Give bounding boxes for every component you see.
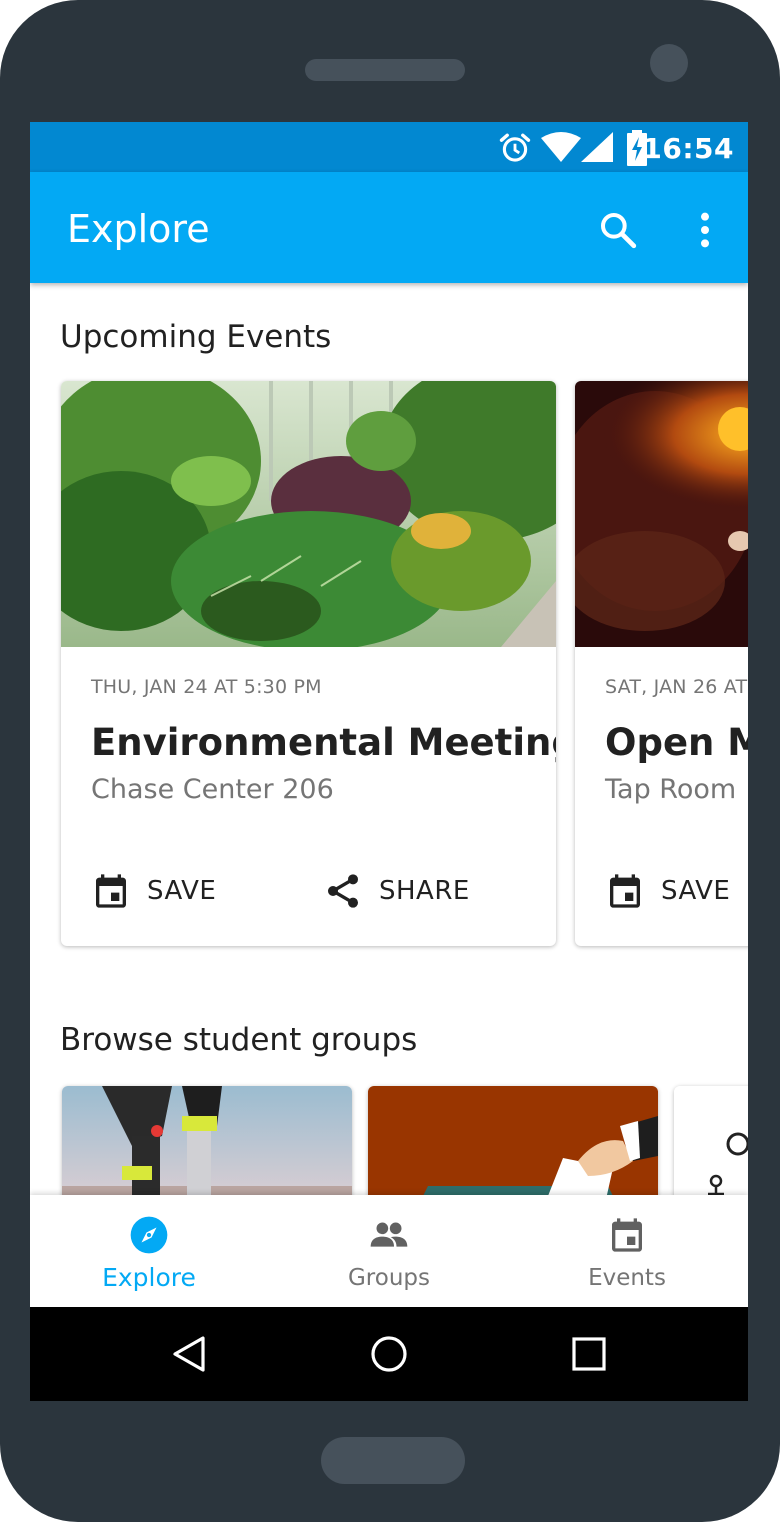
event-location: Chase Center 206 [91, 774, 334, 805]
event-title: Open Mi [605, 721, 748, 764]
earpiece-speaker [305, 59, 465, 81]
nav-item-events[interactable]: Events [527, 1195, 727, 1307]
status-bar: 16:54 [30, 122, 748, 172]
save-button[interactable]: SAVE [605, 869, 730, 913]
nav-item-explore[interactable]: Explore [49, 1195, 249, 1307]
event-card[interactable]: SAT, JAN 26 AT Open Mi Tap Room SAVE [575, 381, 748, 946]
share-button[interactable]: SHARE [323, 869, 470, 913]
event-image-greenhouse [61, 381, 556, 647]
more-vert-icon[interactable] [690, 210, 720, 250]
section-title-upcoming: Upcoming Events [60, 319, 332, 355]
share-button-label: SHARE [379, 876, 470, 906]
calendar-icon [610, 874, 640, 908]
bottom-navigation: Explore Groups Events [30, 1195, 748, 1307]
app-title: Explore [67, 207, 210, 251]
nav-label-explore: Explore [102, 1263, 196, 1292]
alarm-icon [499, 133, 531, 162]
explore-content[interactable]: Upcoming Events THU, JAN 24 AT 5:30 PM E… [30, 283, 748, 1226]
front-camera [650, 44, 688, 82]
event-date: THU, JAN 24 AT 5:30 PM [91, 676, 322, 698]
calendar-icon [96, 874, 126, 908]
compass-icon [130, 1216, 168, 1254]
event-title: Environmental Meeting [91, 721, 556, 764]
hardware-home-button[interactable] [321, 1437, 465, 1484]
people-icon [370, 1222, 408, 1247]
screen: 16:54 Explore Upcoming Events THU, JAN 2… [30, 122, 748, 1401]
search-icon[interactable] [598, 210, 638, 250]
back-icon[interactable] [169, 1334, 209, 1374]
save-button-label: SAVE [661, 876, 731, 906]
section-title-groups: Browse student groups [60, 1022, 418, 1058]
wifi-icon [541, 132, 581, 162]
recents-icon[interactable] [569, 1334, 609, 1374]
cell-signal-icon [581, 132, 613, 162]
device-frame: 16:54 Explore Upcoming Events THU, JAN 2… [0, 0, 780, 1522]
event-date: SAT, JAN 26 AT [605, 676, 748, 698]
save-button[interactable]: SAVE [91, 869, 216, 913]
event-image-bar [575, 381, 748, 647]
event-location: Tap Room [605, 774, 737, 805]
calendar-icon [612, 1218, 642, 1252]
nav-label-groups: Groups [347, 1265, 430, 1291]
share-icon [328, 874, 358, 908]
home-icon[interactable] [369, 1334, 409, 1374]
nav-label-events: Events [588, 1265, 666, 1291]
status-time: 16:54 [642, 132, 734, 165]
system-navigation-bar [30, 1307, 748, 1401]
app-bar: Explore [30, 172, 748, 283]
nav-item-groups[interactable]: Groups [289, 1195, 489, 1307]
event-card[interactable]: THU, JAN 24 AT 5:30 PM Environmental Mee… [61, 381, 556, 946]
save-button-label: SAVE [147, 876, 217, 906]
